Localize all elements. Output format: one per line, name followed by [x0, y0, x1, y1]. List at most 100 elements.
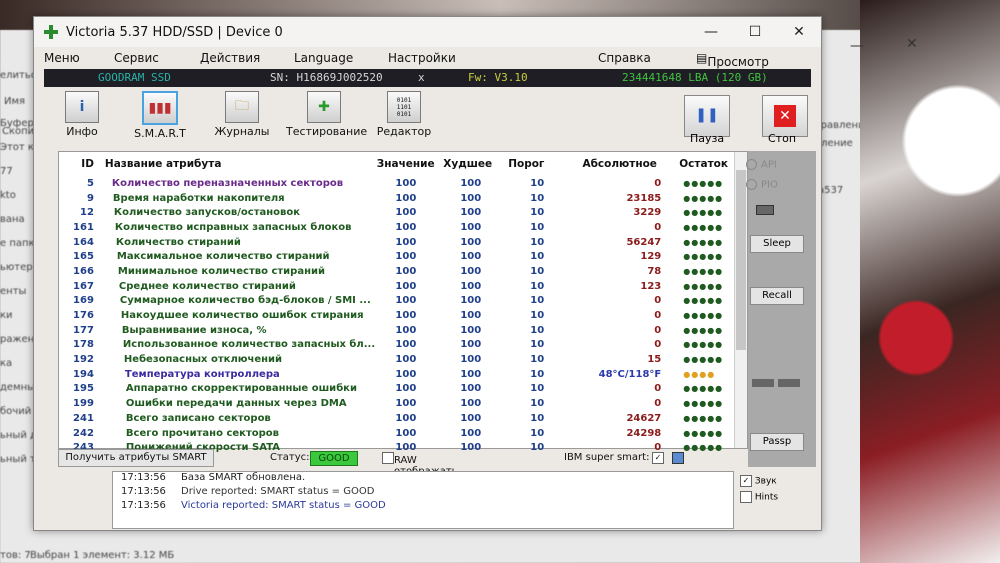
table-row[interactable]: 178 Использованное количество запасных бл… — [59, 338, 729, 353]
explorer-close-icon[interactable]: ✕ — [906, 36, 918, 52]
attr-health-dots: ●●●●● — [683, 178, 724, 188]
pio-radio[interactable]: PIO — [746, 179, 778, 191]
table-row[interactable]: 9 Время наработки накопителя 100 100 10 23185… — [59, 191, 729, 206]
journals-tab-button[interactable]: 🗀 Журналы — [204, 91, 280, 138]
attr-health-dots: ●●●● — [683, 369, 716, 379]
raw-hex-checkbox-box[interactable] — [382, 452, 394, 464]
attr-health-dots: ●●●●● — [683, 384, 724, 394]
journals-icon: 🗀 — [225, 91, 259, 123]
log-options: ✓ Звук Hints — [740, 475, 778, 503]
attr-absolute: 56247 — [626, 236, 662, 248]
smart-chart-icon: ▮▮▮ — [142, 91, 178, 125]
attr-name: Небезопасных отключений — [123, 354, 283, 366]
raw-hex-checkbox[interactable]: RAW отображать в HEX — [382, 452, 458, 488]
table-row[interactable]: 195 Аппаратно скорректированные ошибки 100… — [59, 382, 729, 397]
col-absolute[interactable]: Абсолютное — [570, 152, 669, 176]
recall-button[interactable]: Recall — [750, 287, 804, 305]
attr-threshold: 10 — [530, 251, 545, 263]
attr-absolute: 129 — [640, 251, 662, 263]
attr-id: 167 — [73, 280, 94, 292]
table-row[interactable]: 194 Температура контроллера 100 100 10 48°C/1… — [59, 367, 729, 382]
table-row[interactable]: 177 Выравнивание износа, % 100 100 10 0 ●●●●● — [59, 323, 729, 338]
scrollbar-thumb[interactable] — [736, 170, 746, 350]
minimize-icon[interactable]: — — [689, 24, 733, 40]
stop-button[interactable]: ✕ — [762, 95, 808, 137]
col-threshold[interactable]: Порог — [507, 152, 570, 176]
close-icon[interactable]: ✕ — [777, 24, 821, 40]
sleep-button[interactable]: Sleep — [750, 235, 804, 253]
hints-checkbox-box[interactable] — [740, 491, 752, 503]
smart-tab-button[interactable]: ▮▮▮ S.M.A.R.T — [122, 91, 198, 140]
ibm-smart-checkbox[interactable]: ✓ — [652, 452, 664, 464]
testing-tab-button[interactable]: ✚ Тестирование — [286, 91, 367, 138]
explorer-nav-item[interactable]: ка — [0, 358, 12, 369]
attr-threshold: 10 — [530, 221, 545, 233]
indicator-right — [778, 379, 800, 387]
table-row[interactable]: 167 Среднее количество стираний 100 100 10 12… — [59, 279, 729, 294]
attr-threshold: 10 — [530, 383, 545, 395]
table-row[interactable]: 12 Количество запусков/остановок 100 100 10 3… — [59, 205, 729, 220]
explorer-minimize-icon[interactable]: — — [850, 38, 864, 54]
explorer-nav-item[interactable]: енты — [0, 286, 26, 297]
attr-health-dots: ●●●●● — [683, 237, 724, 247]
col-remaining[interactable]: Остаток — [669, 152, 729, 176]
menu-item-actions[interactable]: Действия — [200, 51, 260, 65]
explorer-nav-item[interactable]: вана — [0, 214, 25, 225]
table-row[interactable]: 169 Суммарное количество бэд-блоков / SMI… — [59, 294, 729, 309]
menu-item-language[interactable]: Language — [294, 51, 353, 65]
attr-health-dots: ●●●●● — [683, 222, 724, 232]
log-entry: 17:13:56 База SMART обновлена. — [113, 472, 733, 486]
sound-checkbox-box[interactable]: ✓ — [740, 475, 752, 487]
explorer-nav-item[interactable]: 77 — [0, 166, 13, 177]
editor-tab-button[interactable]: 0101 1101 0101 Редактор — [366, 91, 442, 138]
api-radio[interactable]: API — [746, 159, 777, 171]
passp-button[interactable]: Passp — [750, 433, 804, 451]
table-row[interactable]: 192 Небезопасных отключений 100 100 10 15 ●●●●… — [59, 352, 729, 367]
table-row[interactable]: 242 Всего прочитано секторов 100 100 10 24298… — [59, 426, 729, 441]
explorer-nav-item[interactable]: ьютер — [0, 262, 33, 273]
attr-value: 100 — [395, 324, 417, 336]
maximize-icon[interactable]: ☐ — [733, 24, 777, 40]
hints-checkbox[interactable]: Hints — [740, 491, 778, 503]
attr-id: 177 — [73, 324, 94, 336]
table-row[interactable]: 176 Накоудшее количество ошибок стирания 1… — [59, 308, 729, 323]
col-name[interactable]: Название атрибута — [104, 152, 376, 176]
log-entry: 17:13:56 Victoria reported: SMART status … — [113, 500, 733, 514]
explorer-nav-item[interactable]: ки — [0, 310, 13, 321]
sound-label: Звук — [754, 476, 777, 487]
info-close-button[interactable]: x — [418, 71, 425, 84]
table-row[interactable]: 161 Количество исправных запасных блоков 1… — [59, 220, 729, 235]
table-row[interactable]: 5 Количество переназначенных секторов 100 1… — [59, 176, 729, 191]
ibm-smart-checkbox-box[interactable]: ✓ — [652, 452, 664, 464]
attr-threshold: 10 — [530, 339, 545, 351]
menu-item-menu[interactable]: Меню — [44, 51, 80, 65]
smart-bottom-bar: Получить атрибуты SMART Статус: GOOD RAW… — [58, 449, 746, 488]
attr-name: Температура контроллера — [124, 368, 280, 380]
attr-absolute: 0 — [654, 310, 662, 322]
attr-name: Всего прочитано секторов — [125, 427, 279, 439]
menu-item-help[interactable]: Справка — [598, 51, 651, 65]
col-worst[interactable]: Худшее — [442, 152, 507, 176]
title-bar: Victoria 5.37 HDD/SSD | Device 0 — ☐ ✕ — [34, 17, 821, 47]
table-row[interactable]: 164 Количество стираний 100 100 10 56247 ●●●●● — [59, 235, 729, 250]
table-row[interactable]: 241 Всего записано секторов 100 100 10 24627 ●… — [59, 411, 729, 426]
attr-worst: 100 — [460, 221, 482, 233]
attr-id: 166 — [73, 265, 94, 277]
buffer-view-button[interactable]: ▤ Просмотр буфера — [696, 51, 769, 83]
pause-button[interactable]: ❚❚ — [684, 95, 730, 137]
get-smart-button[interactable]: Получить атрибуты SMART — [58, 449, 214, 467]
attr-worst: 100 — [460, 310, 482, 322]
table-row[interactable]: 199 Ошибки передачи данных через DMA 100 10… — [59, 396, 729, 411]
attr-name: Всего записано секторов — [125, 412, 271, 424]
attr-health-dots: ●●●●● — [683, 355, 724, 365]
table-row[interactable]: 166 Минимальное количество стираний 100 100… — [59, 264, 729, 279]
col-id[interactable]: ID — [59, 152, 104, 176]
table-row[interactable]: 165 Максимальное количество стираний 100 10… — [59, 249, 729, 264]
menu-item-service[interactable]: Сервис — [114, 51, 159, 65]
explorer-nav-item[interactable]: kto — [0, 190, 16, 201]
sound-checkbox[interactable]: ✓ Звук — [740, 475, 778, 487]
col-value[interactable]: Значение — [376, 152, 443, 176]
device-firmware: Fw: V3.10 — [468, 71, 528, 84]
menu-item-settings[interactable]: Настройки — [388, 51, 456, 65]
info-tab-button[interactable]: i Инфо — [44, 91, 120, 138]
